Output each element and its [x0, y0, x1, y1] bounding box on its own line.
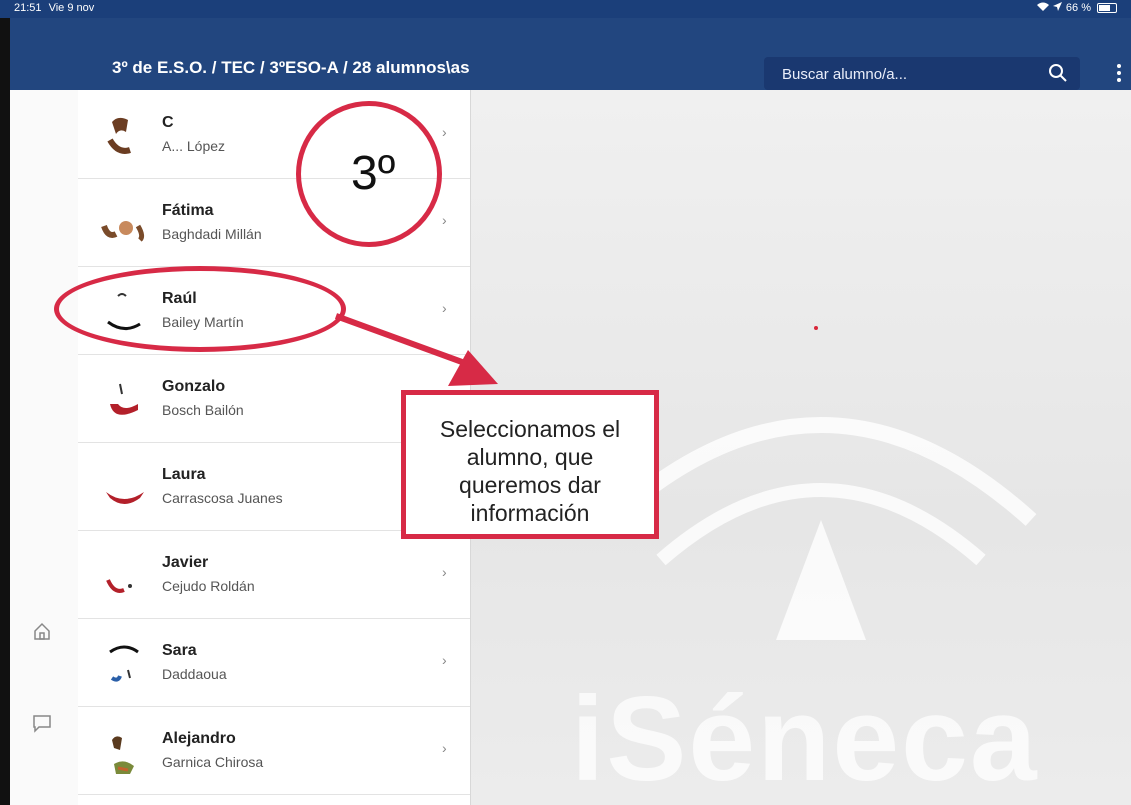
status-right: 66 %: [1036, 2, 1117, 14]
student-avatar: [100, 638, 150, 688]
status-clock: 21:51: [14, 2, 42, 14]
student-last-name: A... López: [162, 138, 226, 154]
wifi-icon: [1036, 2, 1049, 14]
annotation-note: Seleccionamos el alumno, que queremos da…: [401, 390, 659, 539]
student-avatar: [100, 726, 150, 776]
student-avatar: [100, 550, 150, 600]
side-navigation: [10, 90, 79, 805]
student-first-name: C: [162, 114, 174, 131]
annotation-line: alumno, que: [466, 444, 594, 470]
student-avatar: [100, 374, 150, 424]
student-avatar: [100, 462, 150, 512]
annotation-ellipse: [54, 266, 346, 352]
student-last-name: Garnica Chirosa: [162, 754, 264, 770]
student-row[interactable]: Sara Daddaoua ›: [78, 618, 470, 707]
student-avatar: [100, 110, 150, 160]
student-first-name: Gonzalo: [162, 378, 226, 395]
chevron-right-icon: ›: [442, 212, 447, 228]
battery-icon: [1097, 3, 1117, 13]
student-first-name: Fátima: [162, 202, 214, 219]
device-bezel: [0, 18, 10, 805]
annotation-line: queremos dar: [459, 472, 601, 498]
student-last-name: Cejudo Roldán: [162, 578, 255, 594]
app-header: 3º de E.S.O. / TEC / 3ºESO-A / 28 alumno…: [10, 18, 1131, 90]
annotation-line: información: [470, 500, 590, 526]
student-last-name: Baghdadi Millán: [162, 226, 262, 242]
search-placeholder: Buscar alumno/a...: [782, 66, 908, 83]
search-icon[interactable]: [1048, 63, 1068, 88]
student-avatar: [100, 198, 150, 248]
search-input[interactable]: Buscar alumno/a...: [764, 57, 1080, 90]
chat-icon[interactable]: [31, 712, 53, 734]
annotation-line: Seleccionamos el: [439, 416, 621, 442]
red-dot: [814, 326, 818, 330]
breadcrumb: 3º de E.S.O. / TEC / 3ºESO-A / 28 alumno…: [112, 58, 470, 77]
student-row[interactable]: Alejandro Garnica Chirosa ›: [78, 706, 470, 795]
student-first-name: Alejandro: [162, 730, 236, 747]
annotation-circle: 3º: [296, 101, 442, 247]
student-first-name: Laura: [162, 466, 206, 483]
annotation-circle-text: 3º: [351, 147, 396, 200]
chevron-right-icon: ›: [442, 652, 447, 668]
status-bar: 21:51 Vie 9 nov 66 %: [0, 0, 1131, 18]
status-date: Vie 9 nov: [48, 2, 95, 14]
chevron-right-icon: ›: [442, 564, 447, 580]
location-icon: [1052, 2, 1062, 14]
student-first-name: Javier: [162, 554, 209, 571]
student-first-name: Sara: [162, 642, 197, 659]
status-time: 21:51 Vie 9 nov: [14, 2, 94, 14]
chevron-right-icon: ›: [442, 740, 447, 756]
chevron-right-icon: ›: [442, 124, 447, 140]
watermark-logo: iSéneca: [571, 672, 1039, 805]
home-icon[interactable]: [31, 620, 53, 642]
more-vertical-icon[interactable]: [1114, 61, 1124, 87]
battery-fill: [1099, 5, 1110, 11]
student-last-name: Bosch Bailón: [162, 402, 244, 418]
student-last-name: Daddaoua: [162, 666, 227, 682]
student-row[interactable]: Javier Cejudo Roldán ›: [78, 530, 470, 619]
student-last-name: Carrascosa Juanes: [162, 490, 283, 506]
battery-percent: 66 %: [1065, 2, 1091, 14]
